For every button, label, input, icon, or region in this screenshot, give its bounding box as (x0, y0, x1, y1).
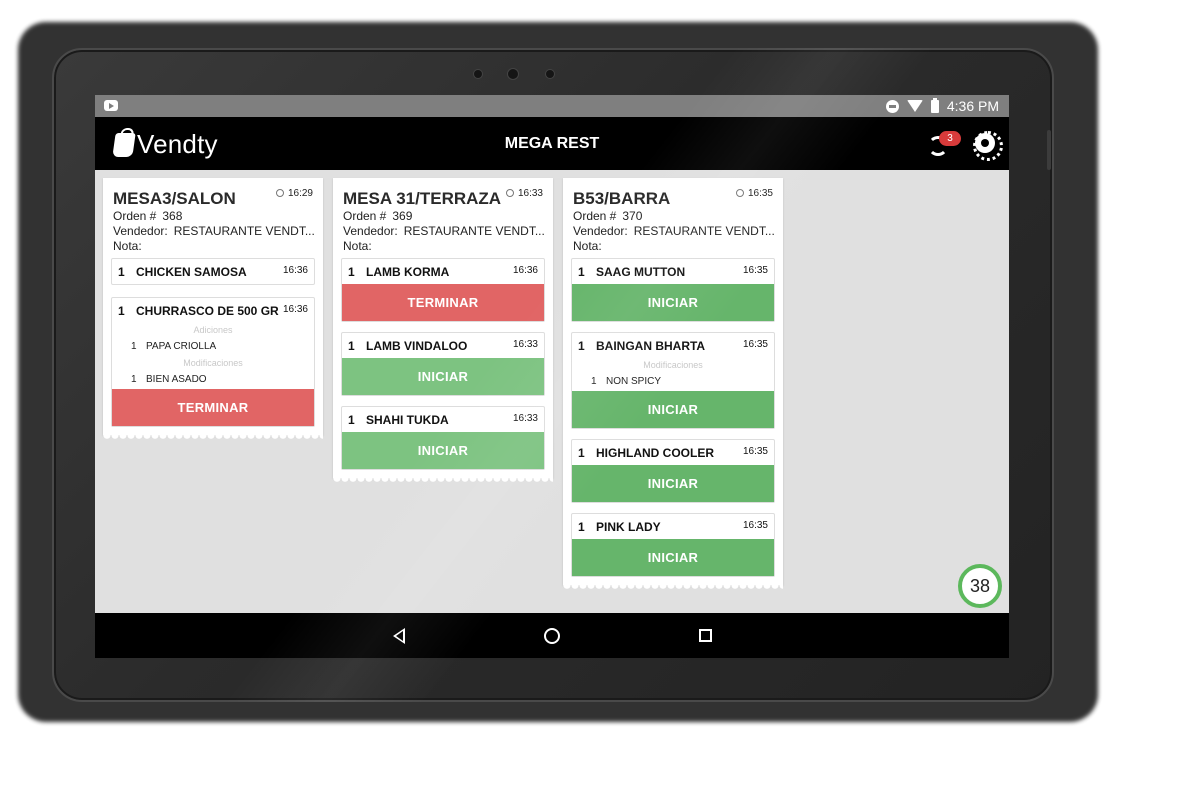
vendor-name: RESTAURANTE VENDT... (633, 224, 775, 238)
pending-counter[interactable]: 38 (958, 564, 1002, 608)
order-label: Orden # (113, 209, 157, 223)
start-button[interactable]: INICIAR (342, 358, 544, 395)
status-time: 4:36 PM (946, 98, 999, 114)
page-title: MEGA REST (504, 135, 600, 152)
note-label: Nota: (113, 239, 142, 253)
battery-icon (930, 97, 939, 113)
item-name: PINK LADY (596, 520, 661, 534)
gear-icon[interactable] (973, 131, 1003, 161)
sensor-dot (474, 70, 482, 78)
order-number: 370 (622, 209, 643, 223)
camera-lens (508, 69, 518, 79)
order-ticket: MESA3/SALON 16:29 Orden #368 Vendedor: RE… (103, 178, 323, 441)
volume-button (1047, 130, 1051, 170)
home-icon[interactable] (544, 628, 560, 644)
item-qty: 1 (348, 339, 355, 353)
vendor-name: RESTAURANTE VENDT... (173, 224, 315, 238)
item-qty: 1 (118, 265, 125, 279)
order-item: 1 SHAHI TUKDA 16:33 INICIAR (341, 406, 545, 470)
item-time: 16:36 (282, 265, 308, 276)
clock-icon (505, 189, 514, 197)
ticket-header: MESA 31/TERRAZA 16:33 Orden #369 Vendedo… (341, 178, 545, 258)
back-icon[interactable] (393, 628, 405, 644)
vendor-name: RESTAURANTE VENDT... (403, 224, 545, 238)
order-ticket: MESA 31/TERRAZA 16:33 Orden #369 Vendedo… (333, 178, 553, 484)
sensor-dot (546, 70, 554, 78)
clock-icon (735, 189, 744, 197)
order-item: 1 CHURRASCO DE 500 GR 16:36 Adiciones 1 PAP… (111, 297, 315, 427)
screen: 4:36 PM Vendty MEGA REST 3 MESA3/SALON 1… (95, 95, 1009, 658)
item-qty: 1 (578, 339, 585, 353)
order-item: 1 LAMB KORMA 16:36 TERMINAR (341, 258, 545, 322)
item-time: 16:35 (742, 520, 768, 531)
clock-icon (275, 189, 284, 197)
modifications-heading: Modificaciones (643, 360, 703, 370)
order-item: 1 PINK LADY 16:35 INICIAR (571, 513, 775, 577)
item-time: 16:36 (282, 304, 308, 315)
start-button[interactable]: INICIAR (572, 465, 774, 502)
item-qty: 1 (348, 265, 355, 279)
order-number: 368 (162, 209, 183, 223)
note-label: Nota: (343, 239, 372, 253)
order-item: 1 BAINGAN BHARTA 16:35 Modificaciones 1 NON… (571, 332, 775, 429)
item-qty: 1 (578, 520, 585, 534)
finish-button[interactable]: TERMINAR (342, 284, 544, 321)
modification-line: 1 BIEN ASADO (131, 374, 207, 385)
item-qty: 1 (118, 304, 125, 318)
order-label: Orden # (573, 209, 617, 223)
vendor-label: Vendedor: (343, 224, 398, 238)
app-bar: Vendty MEGA REST 3 (95, 117, 1009, 170)
item-qty: 1 (578, 446, 585, 460)
order-item: 1 LAMB VINDALOO 16:33 INICIAR (341, 332, 545, 396)
item-time: 16:33 (512, 413, 538, 424)
item-time: 16:36 (512, 265, 538, 276)
ticket-time: 16:35 (735, 188, 773, 199)
youtube-icon (104, 100, 118, 111)
sync-button[interactable]: 3 (928, 131, 961, 156)
addition-line: 1 PAPA CRIOLLA (131, 341, 217, 352)
order-label: Orden # (343, 209, 387, 223)
start-button[interactable]: INICIAR (572, 539, 774, 576)
item-name: CHURRASCO DE 500 GR (136, 304, 279, 318)
wifi-icon (906, 100, 923, 112)
start-button[interactable]: INICIAR (342, 432, 544, 469)
order-ticket: B53/BARRA 16:35 Orden #370 Vendedor: REST… (563, 178, 783, 591)
item-time: 16:35 (742, 265, 768, 276)
item-name: LAMB KORMA (366, 265, 450, 279)
item-name: SHAHI TUKDA (366, 413, 449, 427)
ticket-header: B53/BARRA 16:35 Orden #370 Vendedor: REST… (571, 178, 775, 258)
item-name: BAINGAN BHARTA (596, 339, 706, 353)
modifications-heading: Modificaciones (183, 358, 243, 368)
android-nav-bar (95, 613, 1009, 658)
item-name: CHICKEN SAMOSA (136, 265, 247, 279)
ticket-time: 16:29 (275, 188, 313, 199)
status-bar: 4:36 PM (95, 95, 1009, 117)
item-time: 16:33 (512, 339, 538, 350)
start-button[interactable]: INICIAR (572, 391, 774, 428)
order-item: 1 CHICKEN SAMOSA 16:36 (111, 258, 315, 285)
order-item: 1 SAAG MUTTON 16:35 INICIAR (571, 258, 775, 322)
start-button[interactable]: INICIAR (572, 284, 774, 321)
finish-button[interactable]: TERMINAR (112, 389, 314, 426)
recent-apps-icon[interactable] (699, 629, 712, 642)
ticket-header: MESA3/SALON 16:29 Orden #368 Vendedor: RE… (111, 178, 315, 258)
item-qty: 1 (348, 413, 355, 427)
ticket-time: 16:33 (505, 188, 543, 199)
sync-count-badge: 3 (939, 131, 961, 146)
note-label: Nota: (573, 239, 602, 253)
vendor-label: Vendedor: (573, 224, 628, 238)
order-item: 1 HIGHLAND COOLER 16:35 INICIAR (571, 439, 775, 503)
item-name: LAMB VINDALOO (366, 339, 468, 353)
item-name: SAAG MUTTON (596, 265, 686, 279)
item-qty: 1 (578, 265, 585, 279)
vendor-label: Vendedor: (113, 224, 168, 238)
additions-heading: Adiciones (193, 325, 233, 335)
modification-line: 1 NON SPICY (591, 376, 662, 387)
item-time: 16:35 (742, 446, 768, 457)
do-not-disturb-icon (885, 99, 899, 113)
item-name: HIGHLAND COOLER (596, 446, 714, 460)
order-number: 369 (392, 209, 413, 223)
item-time: 16:35 (742, 339, 768, 350)
